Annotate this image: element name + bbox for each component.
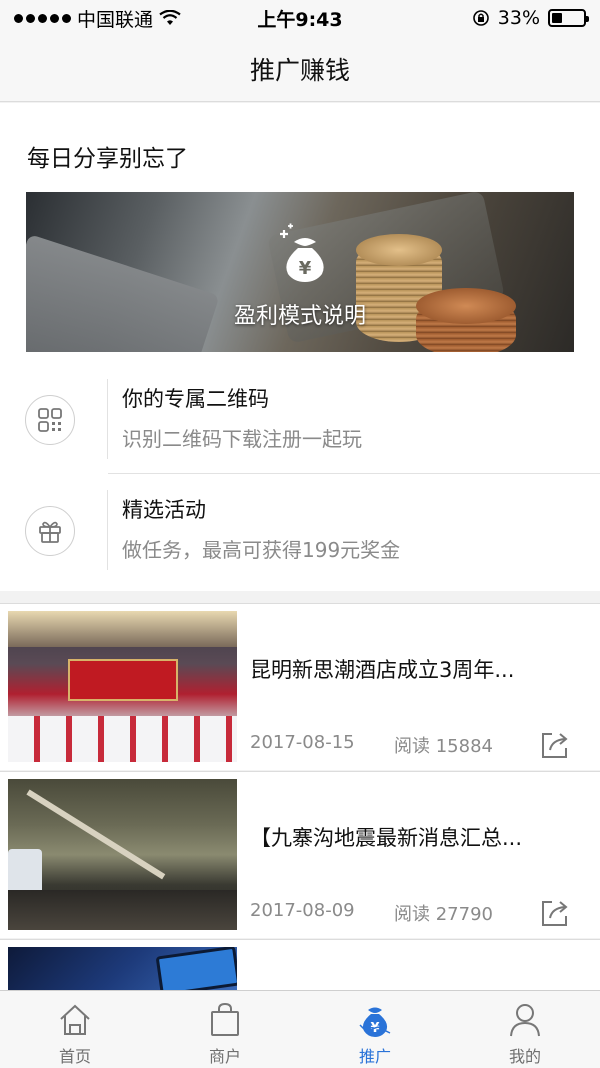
nav-bar: 推广赚钱: [0, 36, 600, 102]
tab-me[interactable]: 我的: [450, 991, 600, 1068]
news-item[interactable]: 昆明新思潮酒店成立3周年... 2017-08-15 阅读 15884: [0, 603, 600, 770]
news-thumbnail: [8, 779, 237, 930]
activities-title: 精选活动: [122, 498, 206, 522]
battery-percent: 33%: [497, 7, 540, 29]
rotation-lock-icon: [472, 10, 489, 26]
tab-label: 首页: [58, 1047, 91, 1066]
share-icon[interactable]: [538, 896, 572, 930]
news-date: 2017-08-09: [250, 900, 355, 921]
home-icon: [60, 1004, 90, 1035]
status-bar: 中国联通 上午9:43 33%: [0, 0, 600, 36]
news-read-count: 阅读 27790: [394, 904, 493, 925]
money-bag-icon: ¥: [359, 1007, 391, 1037]
tab-promote[interactable]: ¥ 推广: [300, 991, 450, 1068]
qrcode-title: 你的专属二维码: [122, 387, 269, 411]
svg-text:¥: ¥: [299, 258, 312, 279]
tab-home[interactable]: 首页: [0, 991, 150, 1068]
news-thumbnail: [8, 611, 237, 762]
money-bag-icon: ¥: [280, 223, 324, 282]
news-read-count: 阅读 15884: [394, 736, 493, 757]
news-date: 2017-08-15: [250, 732, 355, 753]
activities-row[interactable]: 精选活动 做任务，最高可获得199元奖金: [0, 480, 600, 588]
promo-heading: 每日分享别忘了: [27, 146, 188, 172]
gift-icon: [25, 506, 75, 556]
divider: [107, 490, 108, 570]
page-title: 推广赚钱: [249, 55, 350, 85]
status-left: 中国联通: [14, 5, 181, 32]
banner-card-image: [26, 234, 220, 352]
qrcode-row[interactable]: 你的专属二维码 识别二维码下载注册一起玩: [0, 369, 600, 477]
share-icon[interactable]: [538, 728, 572, 762]
wifi-icon: [159, 10, 181, 25]
carrier-label: 中国联通: [77, 8, 154, 31]
signal-icon: [14, 13, 71, 23]
divider: [107, 379, 108, 459]
activities-subtitle: 做任务，最高可获得199元奖金: [122, 538, 401, 562]
tab-label: 我的: [508, 1047, 541, 1066]
shopping-bag-icon: [211, 1002, 239, 1036]
promo-section: 每日分享别忘了 ¥ 盈利模式说明 你的专属二维码 识别二维码下载注册一起玩 精选…: [0, 103, 600, 591]
tab-bar: 首页 商户 ¥ 推广 我的: [0, 990, 600, 1068]
coin-top-image: [356, 234, 442, 266]
qrcode-icon: [25, 395, 75, 445]
news-title: 【九寨沟地震最新消息汇总...: [250, 826, 523, 850]
tab-label: 商户: [208, 1047, 241, 1066]
news-title: 昆明新思潮酒店成立3周年...: [250, 658, 515, 682]
tab-merchants[interactable]: 商户: [150, 991, 300, 1068]
person-icon: [510, 1004, 540, 1037]
battery-level: [552, 13, 562, 23]
qrcode-subtitle: 识别二维码下载注册一起玩: [122, 427, 362, 451]
news-item[interactable]: 【九寨沟地震最新消息汇总... 2017-08-09 阅读 27790: [0, 771, 600, 938]
battery-icon: [548, 9, 589, 27]
news-thumbnail: [8, 947, 237, 991]
profit-model-banner[interactable]: ¥ 盈利模式说明: [26, 192, 574, 352]
status-right: 33%: [472, 7, 589, 29]
tab-label: 推广: [358, 1047, 391, 1066]
divider: [108, 473, 600, 474]
banner-label: 盈利模式说明: [233, 304, 366, 329]
